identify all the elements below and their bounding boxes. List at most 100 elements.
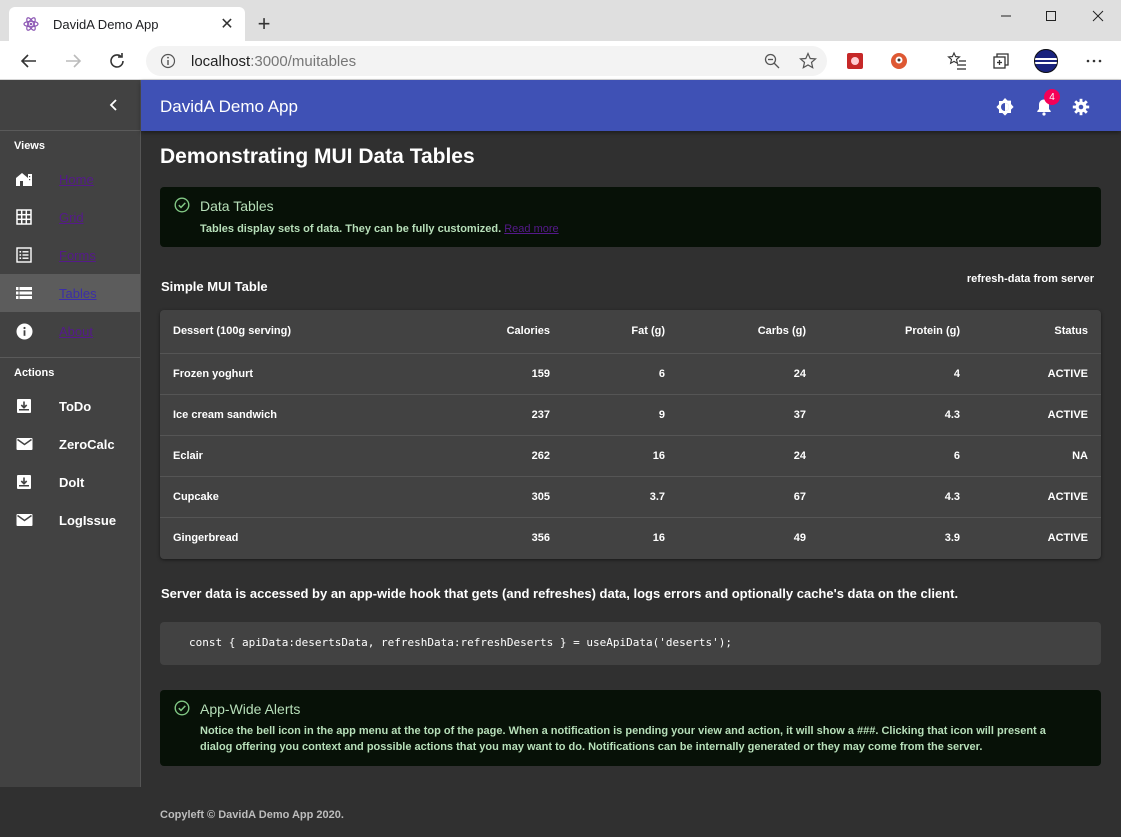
column-header-protein: Protein (g) (819, 310, 973, 354)
sidebar-label-todo: ToDo (59, 398, 92, 414)
app-wide-alerts-alert: App-Wide Alerts Notice the bell icon in … (160, 690, 1101, 766)
browser-tab-strip: DavidA Demo App ✕ + (0, 0, 1121, 41)
list-icon (15, 246, 33, 264)
cell-carbs: 37 (678, 394, 819, 436)
cell-protein: 3.9 (944, 531, 960, 544)
cell-status: ACTIVE (973, 353, 1101, 395)
cell-carbs: 24 (678, 353, 819, 395)
table-row: Ice cream sandwich 237 9 37 4.3 ACTIVE (160, 394, 1101, 436)
sidebar-item-home[interactable]: Home (0, 160, 140, 198)
table-icon (15, 284, 33, 302)
sidebar-label-home[interactable]: Home (59, 172, 94, 187)
cell-protein: 4 (819, 353, 973, 395)
browser-tab[interactable]: DavidA Demo App ✕ (9, 7, 245, 41)
sidebar-label-tables[interactable]: Tables (59, 286, 97, 301)
inbox-download-icon (15, 397, 33, 415)
extension-red-icon[interactable] (844, 50, 866, 72)
cell-status: ACTIVE (973, 394, 1101, 436)
table-title: Simple MUI Table (161, 279, 268, 294)
back-arrow-icon[interactable] (16, 48, 42, 74)
theme-brightness-icon[interactable] (995, 97, 1015, 117)
minimize-icon[interactable] (983, 0, 1029, 32)
inbox-download-icon (15, 473, 33, 491)
maximize-icon[interactable] (1028, 0, 1074, 32)
browser-toolbar: localhost:3000/muitables (0, 41, 1121, 80)
cell-fat: 6 (563, 353, 678, 395)
refresh-data-button[interactable]: refresh-data from server (967, 273, 1094, 285)
url-text[interactable]: localhost:3000/muitables (191, 53, 759, 70)
table-row: Frozen yoghurt 159 6 24 4 ACTIVE (160, 353, 1101, 395)
close-window-icon[interactable] (1075, 0, 1121, 32)
cell-dessert: Cupcake (160, 476, 373, 518)
cell-status: NA (973, 435, 1101, 477)
column-header-fat: Fat (g) (563, 310, 678, 354)
sidebar-label-doit: DoIt (59, 474, 85, 490)
sidebar-label-grid[interactable]: Grid (59, 210, 84, 225)
cell-carbs: 49 (793, 531, 806, 544)
cell-calories: 159 (373, 353, 563, 395)
alert-title: App-Wide Alerts (200, 701, 301, 717)
grid-icon (15, 208, 33, 226)
data-tables-alert: Data Tables Tables display sets of data.… (160, 187, 1101, 247)
cell-calories: 237 (373, 394, 563, 436)
collapse-chevron-left-icon[interactable] (106, 97, 122, 113)
sidebar-label-forms[interactable]: Forms (59, 248, 96, 263)
sidebar-item-logissue[interactable]: LogIssue (0, 501, 140, 539)
column-header-dessert: Dessert (100g serving) (160, 310, 373, 354)
collections-icon[interactable] (990, 50, 1012, 72)
cell-fat: 16 (563, 435, 678, 477)
sidebar-item-forms[interactable]: Forms (0, 236, 140, 274)
hook-description: Server data is accessed by an app-wide h… (161, 586, 959, 601)
site-info-icon[interactable] (160, 53, 176, 69)
refresh-icon[interactable] (104, 48, 130, 74)
actions-section-title: Actions (14, 367, 55, 379)
forward-arrow-icon[interactable] (60, 48, 86, 74)
sidebar-label-logissue: LogIssue (59, 512, 117, 528)
views-section-title: Views (14, 140, 45, 152)
mail-icon (15, 435, 33, 453)
close-tab-icon[interactable]: ✕ (217, 14, 237, 34)
table-row: Gingerbread 356 16 49 3.9 ACTIVE (160, 517, 1101, 558)
duckduckgo-extension-icon[interactable] (888, 50, 910, 72)
info-icon (15, 322, 33, 340)
alert-title: Data Tables (200, 198, 274, 214)
table-header-row: Dessert (100g serving) Calories Fat (g) … (160, 310, 1101, 354)
sidebar-item-tables[interactable]: Tables (0, 274, 140, 312)
sidebar-label-about[interactable]: About (59, 324, 93, 339)
more-menu-icon[interactable] (1083, 50, 1105, 72)
desserts-table: Dessert (100g serving) Calories Fat (g) … (160, 310, 1101, 559)
cell-carbs: 67 (678, 476, 819, 518)
app-bar: DavidA Demo App 4 (141, 80, 1121, 131)
cell-status: ACTIVE (973, 476, 1101, 518)
cell-protein: 4.3 (819, 394, 973, 436)
page-title: Demonstrating MUI Data Tables (160, 145, 475, 168)
react-favicon-icon (23, 16, 39, 32)
cell-protein: 4.3 (819, 476, 973, 518)
favorites-list-icon[interactable] (946, 50, 968, 72)
cell-fat: 9 (563, 394, 678, 436)
favorite-star-icon[interactable] (795, 48, 821, 74)
cell-dessert: Eclair (160, 435, 373, 477)
sidebar-item-grid[interactable]: Grid (0, 198, 140, 236)
new-tab-icon[interactable]: + (252, 11, 276, 36)
sidebar-item-doit[interactable]: DoIt (0, 463, 140, 501)
sidebar-item-about[interactable]: About (0, 312, 140, 350)
column-header-calories: Calories (373, 310, 563, 354)
read-more-link[interactable]: Read more (504, 223, 558, 235)
cell-fat: 3.7 (563, 476, 678, 518)
cell-calories: 356 (531, 531, 550, 544)
profile-avatar[interactable] (1034, 49, 1058, 73)
column-header-status: Status (973, 310, 1101, 354)
address-bar[interactable]: localhost:3000/muitables (146, 46, 827, 76)
zoom-icon[interactable] (759, 48, 785, 74)
sidebar-item-zerocalc[interactable]: ZeroCalc (0, 425, 140, 463)
cell-calories: 262 (373, 435, 563, 477)
cell-calories: 305 (373, 476, 563, 518)
cell-carbs: 24 (678, 435, 819, 477)
cell-status: ACTIVE (1047, 531, 1088, 544)
settings-gear-icon[interactable] (1071, 97, 1091, 117)
side-drawer: Views Home Grid Forms Tables About Actio… (0, 80, 141, 787)
sidebar-item-todo[interactable]: ToDo (0, 387, 140, 425)
drawer-header (0, 80, 140, 131)
notifications-bell-icon[interactable]: 4 (1034, 89, 1060, 117)
